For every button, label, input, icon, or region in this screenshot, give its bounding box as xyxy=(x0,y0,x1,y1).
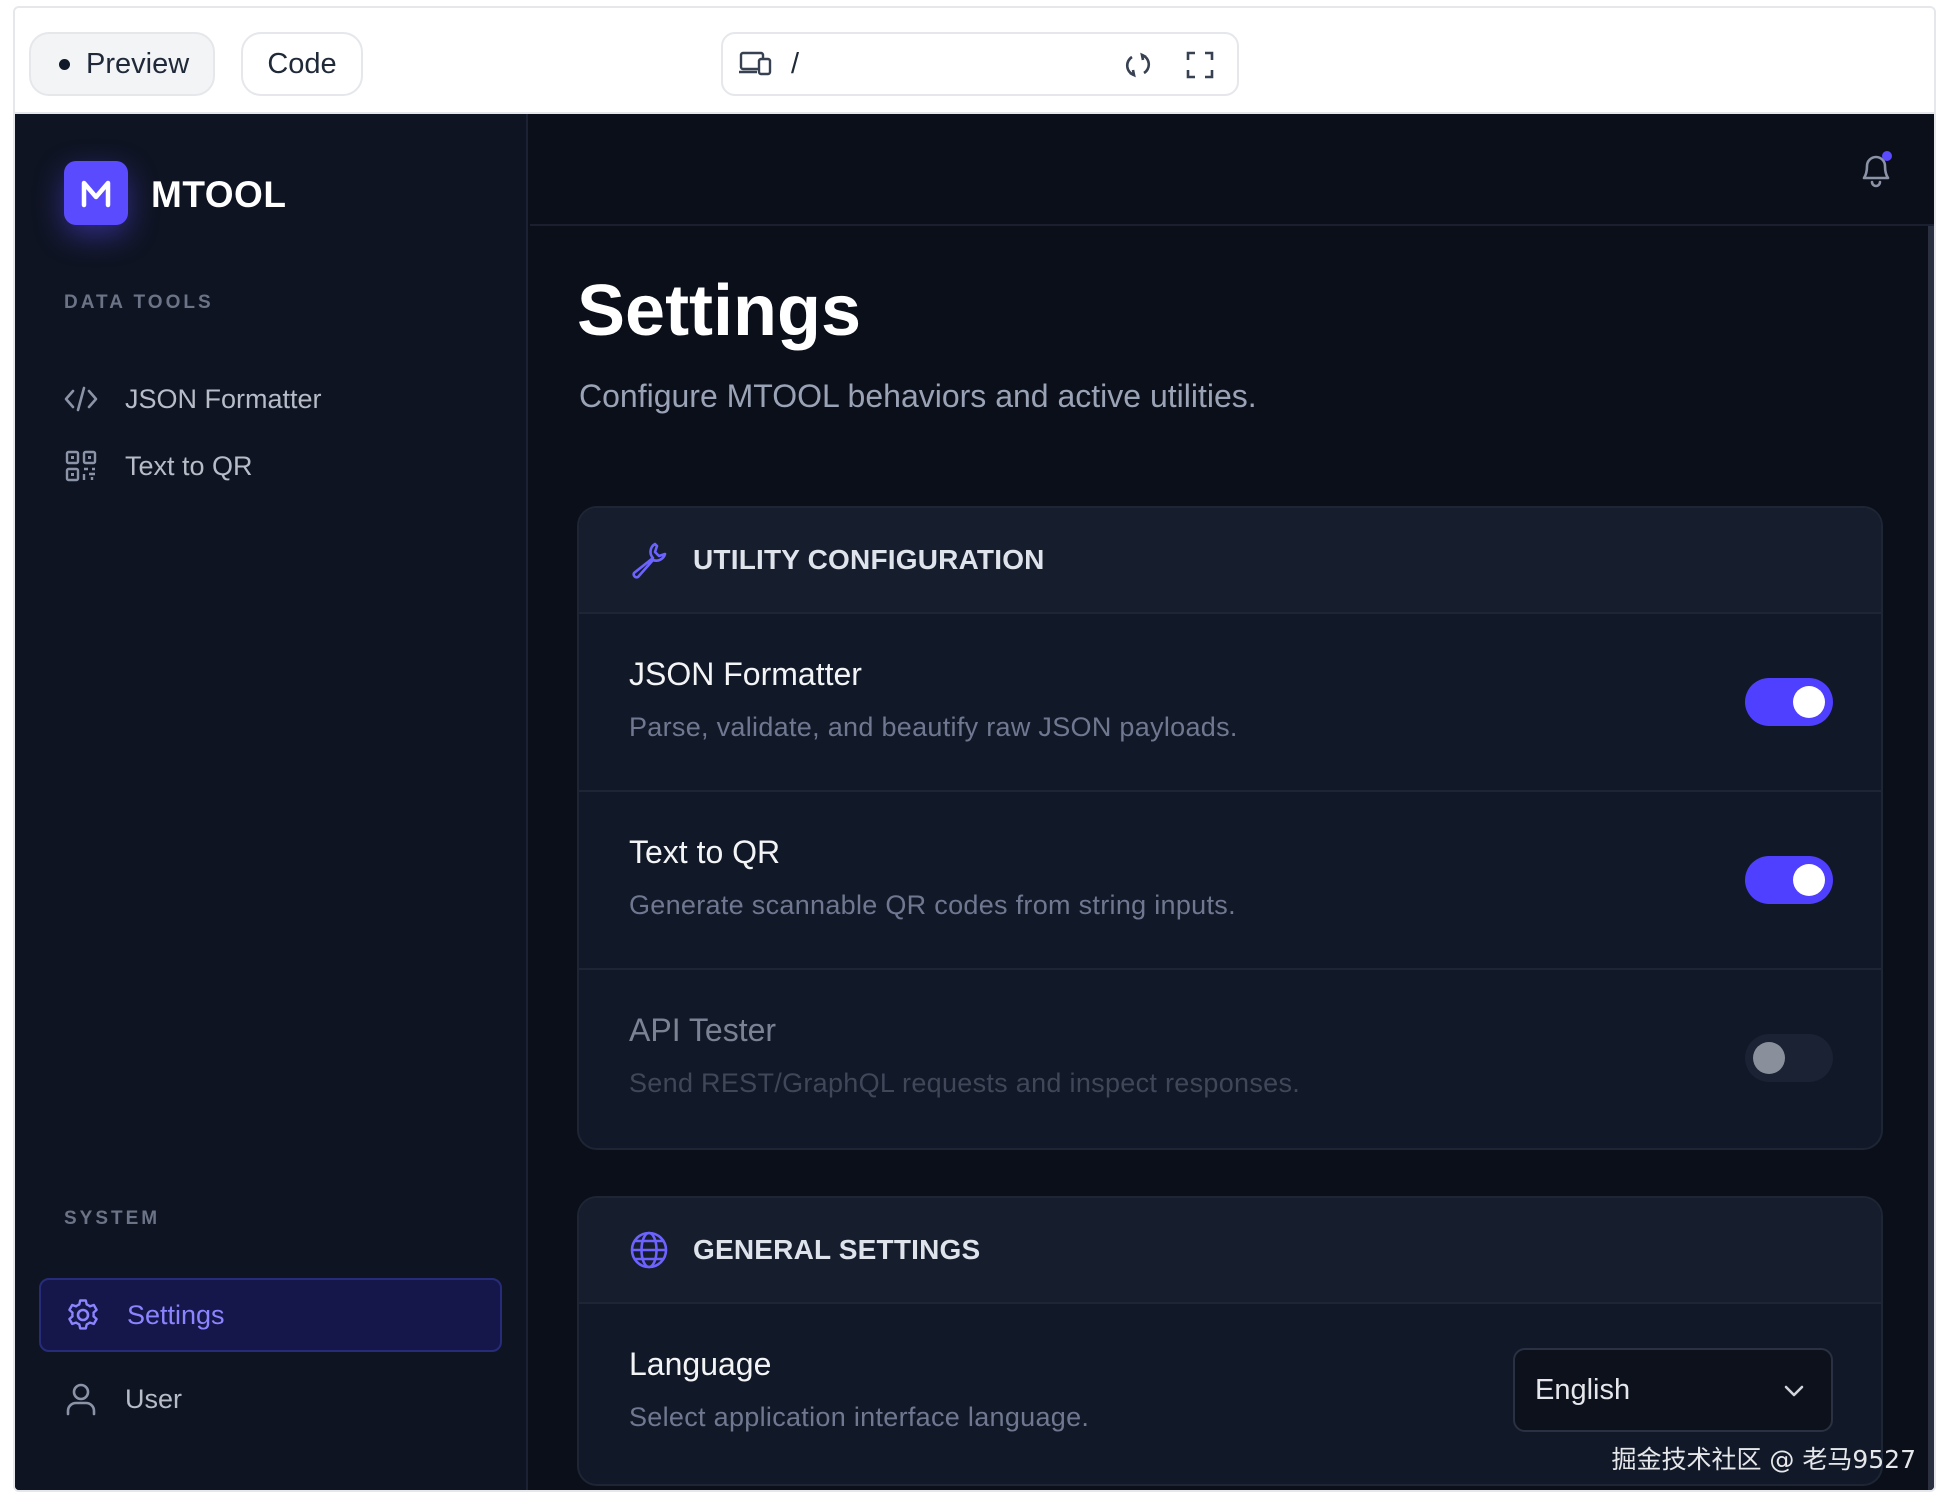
active-dot-icon xyxy=(59,58,70,70)
text-to-qr-toggle[interactable] xyxy=(1745,856,1833,904)
utility-row-text-to-qr: Text to QR Generate scannable QR codes f… xyxy=(579,792,1881,970)
json-formatter-toggle[interactable] xyxy=(1745,678,1833,726)
data-tools-section-label: DATA TOOLS xyxy=(64,292,214,313)
utility-title: Text to QR xyxy=(629,834,781,870)
card-header: UTILITY CONFIGURATION xyxy=(579,508,1881,614)
qr-code-icon xyxy=(63,448,99,484)
globe-icon xyxy=(630,1231,668,1269)
code-icon xyxy=(63,381,99,417)
refresh-icon[interactable] xyxy=(1121,48,1155,82)
card-title: UTILITY CONFIGURATION xyxy=(693,544,1045,575)
language-description: Select application interface language. xyxy=(629,1402,1090,1432)
preview-button-label: Preview xyxy=(86,47,190,80)
sidebar-item-user[interactable]: User xyxy=(39,1362,502,1436)
main-header xyxy=(530,114,1934,226)
wrench-icon xyxy=(632,542,667,579)
utility-title: API Tester xyxy=(629,1012,777,1048)
chevron-down-icon xyxy=(1784,1385,1804,1397)
utility-title: JSON Formatter xyxy=(629,656,862,692)
sidebar-item-label: Settings xyxy=(127,1299,225,1330)
sidebar-item-label: Text to QR xyxy=(125,450,253,481)
fullscreen-icon[interactable] xyxy=(1183,48,1217,82)
sidebar: MTOOL DATA TOOLS JSON Formatter Text to … xyxy=(15,114,528,1490)
user-icon xyxy=(63,1381,99,1417)
utility-configuration-card: UTILITY CONFIGURATION JSON Formatter Par… xyxy=(577,506,1883,1150)
utility-row-api-tester: API Tester Send REST/GraphQL requests an… xyxy=(579,970,1881,1148)
language-select[interactable]: English xyxy=(1513,1348,1833,1432)
page-subtitle: Configure MTOOL behaviors and active uti… xyxy=(579,378,1257,414)
language-select-value: English xyxy=(1535,1373,1631,1406)
utility-row-json-formatter: JSON Formatter Parse, validate, and beau… xyxy=(579,614,1881,792)
app-name: MTOOL xyxy=(151,174,287,215)
notification-bell-icon[interactable] xyxy=(1856,148,1896,190)
address-path[interactable]: / xyxy=(791,48,799,81)
system-section-label: SYSTEM xyxy=(64,1208,161,1229)
scrollbar[interactable] xyxy=(1928,226,1934,1490)
gear-icon xyxy=(65,1297,101,1333)
logo-m-icon xyxy=(81,180,111,208)
responsive-devices-icon[interactable] xyxy=(739,49,773,79)
sidebar-item-settings[interactable]: Settings xyxy=(39,1278,502,1352)
preview-toolbar: Preview Code / xyxy=(15,8,1934,114)
address-bar[interactable]: / xyxy=(721,32,1239,96)
api-tester-toggle[interactable] xyxy=(1745,1034,1833,1082)
utility-description: Generate scannable QR codes from string … xyxy=(629,890,1236,920)
watermark: 掘金技术社区 @ 老马9527 xyxy=(1611,1445,1916,1474)
code-button-label: Code xyxy=(267,47,337,80)
sidebar-item-label: User xyxy=(125,1383,183,1414)
card-header: GENERAL SETTINGS xyxy=(579,1198,1881,1304)
code-button[interactable]: Code xyxy=(241,32,363,96)
page-title: Settings xyxy=(577,271,862,351)
sidebar-item-label: JSON Formatter xyxy=(125,383,322,414)
main-content: Settings Configure MTOOL behaviors and a… xyxy=(530,114,1934,1490)
sidebar-item-text-to-qr[interactable]: Text to QR xyxy=(39,429,502,503)
app-window: MTOOL DATA TOOLS JSON Formatter Text to … xyxy=(15,114,1934,1490)
preview-button[interactable]: Preview xyxy=(29,32,215,96)
utility-description: Parse, validate, and beautify raw JSON p… xyxy=(629,712,1238,742)
utility-description: Send REST/GraphQL requests and inspect r… xyxy=(629,1068,1301,1098)
sidebar-item-json-formatter[interactable]: JSON Formatter xyxy=(39,362,502,436)
browser-frame: Preview Code / MTOOL DATA TOOLS JSON For… xyxy=(13,6,1936,1492)
card-title: GENERAL SETTINGS xyxy=(693,1234,981,1265)
app-logo[interactable] xyxy=(64,161,128,225)
language-title: Language xyxy=(629,1346,772,1382)
